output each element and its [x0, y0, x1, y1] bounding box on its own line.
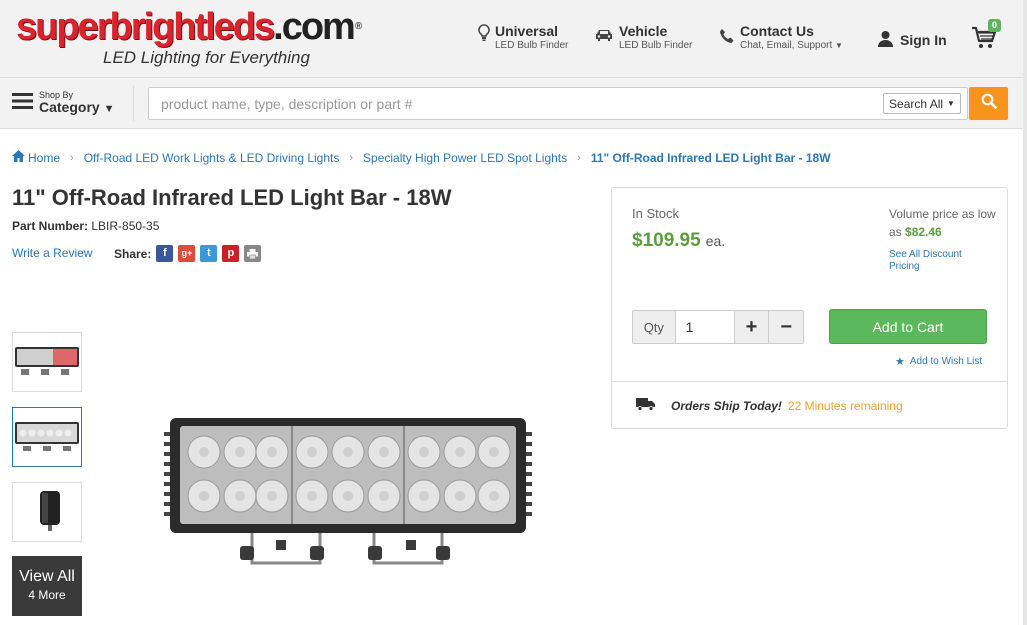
- category-label: Category: [39, 99, 100, 115]
- breadcrumb-separator-icon: ›: [349, 151, 354, 164]
- volume-price: Volume price as low as $82.46: [889, 205, 999, 241]
- breadcrumb-spot-lights[interactable]: Specialty High Power LED Spot Lights: [363, 151, 567, 165]
- search-button[interactable]: [969, 87, 1008, 120]
- google-plus-icon[interactable]: g+: [178, 245, 196, 262]
- part-number: Part Number: LBIR-850-35: [12, 219, 159, 233]
- share-label: Share:: [114, 246, 152, 261]
- caret-down-icon: ▼: [835, 41, 843, 50]
- contact-subtitle: Chat, Email, Support: [740, 40, 833, 51]
- quantity-stepper: Qty + −: [632, 310, 804, 344]
- view-all-thumbnails-button[interactable]: View All 4 More: [12, 556, 82, 616]
- discount-pricing-link[interactable]: See All Discount Pricing: [889, 249, 989, 273]
- qty-increase-button[interactable]: +: [733, 311, 769, 343]
- view-all-count: 4 More: [28, 588, 66, 602]
- thumbnail-2-selected[interactable]: [12, 407, 82, 467]
- ship-time-remaining: 22 Minutes remaining: [787, 398, 903, 413]
- main-product-image[interactable]: [150, 370, 550, 620]
- light-bar-front-image: [15, 422, 79, 451]
- share-bar: Share: f g+ t p: [114, 245, 262, 262]
- part-number-label: Part Number:: [12, 219, 89, 233]
- page-scrollbar[interactable]: [1023, 0, 1027, 625]
- ship-today-text: Orders Ship Today!: [671, 398, 782, 413]
- search-bar-row: Shop By Category ▼ Search All ▼: [0, 78, 1027, 129]
- breadcrumb-separator-icon: ›: [577, 151, 581, 164]
- pinterest-icon[interactable]: p: [222, 245, 240, 262]
- search-icon: [981, 93, 997, 114]
- cart-count-badge: 0: [988, 19, 1002, 32]
- facebook-icon[interactable]: f: [156, 245, 174, 262]
- breadcrumb-offroad-lights[interactable]: Off-Road LED Work Lights & LED Driving L…: [84, 151, 340, 165]
- qty-input[interactable]: [675, 311, 734, 343]
- breadcrumb-separator-icon: ›: [70, 151, 74, 164]
- caret-down-icon: ▼: [947, 99, 955, 108]
- thumbnail-1[interactable]: [12, 332, 82, 392]
- write-review-link[interactable]: Write a Review: [12, 246, 92, 260]
- vehicle-title: Vehicle: [619, 23, 668, 39]
- price-unit: ea.: [705, 233, 726, 249]
- led-light-bar-image: [164, 418, 532, 565]
- site-header: superbrightleds.com® LED Lighting for Ev…: [0, 0, 1027, 78]
- sign-in-link[interactable]: Sign In: [877, 30, 947, 50]
- truck-icon: [636, 397, 656, 414]
- light-bar-red-glow-image: [15, 347, 79, 375]
- twitter-icon[interactable]: t: [200, 245, 218, 262]
- price: $109.95 ea.: [632, 230, 725, 252]
- universal-subtitle: LED Bulb Finder: [495, 40, 569, 51]
- home-icon: [12, 150, 25, 165]
- chevron-down-icon: ▼: [103, 103, 115, 115]
- view-all-label: View All: [19, 568, 75, 585]
- print-icon[interactable]: [244, 245, 262, 262]
- price-value: $109.95: [632, 230, 701, 251]
- add-to-wishlist-link[interactable]: ★ Add to Wish List: [895, 355, 982, 368]
- divider: [612, 381, 1007, 382]
- lightbulb-icon: [478, 24, 490, 42]
- universal-title: Universal: [495, 23, 559, 39]
- qty-label: Qty: [633, 311, 676, 343]
- hamburger-menu-icon: [12, 93, 33, 114]
- breadcrumb-current: 11" Off-Road Infrared LED Light Bar - 18…: [590, 150, 831, 165]
- qty-decrease-button[interactable]: −: [768, 311, 803, 343]
- star-icon: ★: [895, 356, 905, 368]
- cart-button[interactable]: 0: [971, 19, 1002, 55]
- search-scope-select[interactable]: Search All ▼: [883, 93, 961, 114]
- shipping-notice: Orders Ship Today! 22 Minutes remaining: [636, 397, 903, 414]
- stock-status: In Stock: [632, 206, 679, 221]
- site-tagline: LED Lighting for Everything: [103, 48, 310, 67]
- product-title: 11" Off-Road Infrared LED Light Bar - 18…: [12, 185, 452, 210]
- wishlist-label: Add to Wish List: [909, 356, 983, 367]
- car-icon: [594, 28, 614, 42]
- part-number-value: LBIR-850-35: [91, 219, 160, 233]
- universal-bulb-finder-link[interactable]: Universal LED Bulb Finder: [478, 24, 568, 53]
- search-box: Search All ▼: [148, 87, 968, 120]
- breadcrumb-home[interactable]: Home: [28, 151, 60, 165]
- breadcrumb: Home › Off-Road LED Work Lights & LED Dr…: [12, 150, 831, 165]
- contact-title: Contact Us: [740, 23, 814, 39]
- search-scope-value: Search All: [889, 96, 944, 111]
- volume-price-value: $82.46: [905, 225, 942, 239]
- search-input[interactable]: [149, 88, 879, 119]
- contact-us-dropdown[interactable]: Contact Us Chat, Email, Support ▼: [719, 24, 843, 53]
- buy-box: In Stock $109.95 ea. Volume price as low …: [611, 187, 1008, 429]
- vehicle-subtitle: LED Bulb Finder: [619, 40, 693, 51]
- shopping-cart-icon: [971, 26, 997, 54]
- site-logo[interactable]: superbrightleds.com®: [16, 8, 362, 46]
- thumbnail-3[interactable]: [12, 482, 82, 542]
- add-to-cart-button[interactable]: Add to Cart: [829, 309, 987, 344]
- light-bar-side-image: [40, 491, 60, 531]
- phone-icon: [719, 28, 735, 44]
- vehicle-bulb-finder-link[interactable]: Vehicle LED Bulb Finder: [594, 24, 692, 53]
- sign-in-label: Sign In: [900, 32, 947, 48]
- shop-by-category-menu[interactable]: Shop By Category ▼: [12, 86, 134, 121]
- user-icon: [877, 30, 894, 50]
